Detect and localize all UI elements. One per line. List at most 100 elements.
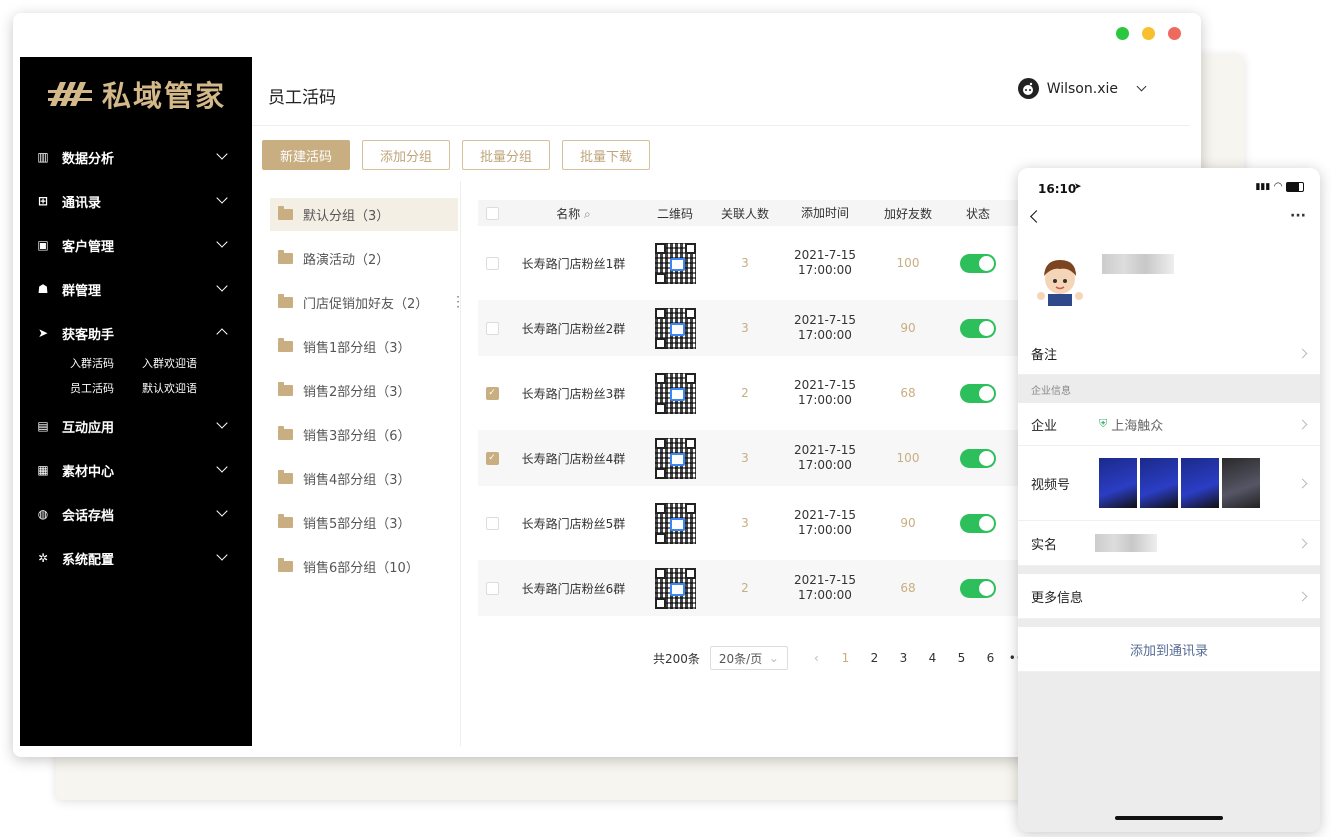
- qr-code-icon[interactable]: [654, 567, 696, 609]
- company-row[interactable]: 企业 ⛨ 上海触众: [1018, 403, 1320, 446]
- signal-icon: ▮▮▮: [1255, 181, 1271, 192]
- more-info-row[interactable]: 更多信息: [1018, 574, 1320, 619]
- group-item[interactable]: 默认分组（3）: [270, 198, 458, 231]
- row-checkbox[interactable]: [485, 516, 499, 530]
- page-number[interactable]: 4: [918, 651, 947, 665]
- video-thumbnail[interactable]: [1181, 458, 1219, 508]
- page-number[interactable]: 1: [831, 651, 860, 665]
- row-checkbox[interactable]: [485, 321, 499, 335]
- sidebar-item-1[interactable]: ⊞ 通讯录: [20, 179, 252, 223]
- row-added-time: 2021-7-15 17:00:00: [793, 573, 857, 602]
- toolbar: 新建活码 添加分组 批量分组 批量下载: [262, 140, 651, 170]
- page-number[interactable]: 3: [889, 651, 918, 665]
- qr-code-icon[interactable]: [654, 502, 696, 544]
- sidebar-subitem[interactable]: 入群活码: [70, 355, 142, 371]
- row-checkbox[interactable]: [485, 256, 499, 270]
- sidebar-subnav: 入群活码 入群欢迎语 员工活码 默认欢迎语: [20, 355, 252, 396]
- select-all-checkbox[interactable]: [485, 206, 499, 220]
- sidebar-item-0[interactable]: ▥ 数据分析: [20, 135, 252, 179]
- status-toggle[interactable]: [960, 448, 996, 468]
- row-added-time: 2021-7-15 17:00:00: [793, 313, 857, 342]
- folder-icon: [278, 514, 293, 528]
- prev-page-icon[interactable]: ‹: [802, 651, 831, 665]
- user-menu[interactable]: Wilson.xie: [1017, 78, 1147, 99]
- sidebar-subitem[interactable]: 默认欢迎语: [142, 380, 232, 396]
- col-status: 状态: [965, 206, 990, 221]
- status-toggle[interactable]: [960, 578, 996, 598]
- group-item[interactable]: 销售4部分组（3）: [270, 462, 458, 495]
- group-item[interactable]: 门店促销加好友（2） · · ·: [270, 286, 460, 319]
- minimize-dot[interactable]: [1142, 27, 1155, 40]
- group-item[interactable]: 路演活动（2）: [270, 242, 458, 275]
- group-item[interactable]: 销售2部分组（3）: [270, 374, 458, 407]
- sidebar-item-5[interactable]: ▤ 互动应用: [20, 404, 252, 448]
- qr-code-icon[interactable]: [654, 437, 696, 479]
- section-label: 企业信息: [1031, 385, 1071, 397]
- row-checkbox[interactable]: ✓: [485, 386, 499, 400]
- video-channel-row[interactable]: 视频号: [1018, 446, 1320, 521]
- page-number[interactable]: 6: [976, 651, 1005, 665]
- phone-status-icons: ▮▮▮ ◠: [1255, 181, 1304, 192]
- wifi-icon: ◠: [1274, 181, 1282, 192]
- batch-group-button[interactable]: 批量分组: [462, 140, 551, 170]
- group-item[interactable]: 销售5部分组（3）: [270, 506, 458, 539]
- folder-icon: [278, 294, 293, 308]
- more-menu-icon[interactable]: ···: [1290, 208, 1306, 224]
- qr-code-icon[interactable]: [654, 242, 696, 284]
- col-added-time: 添加时间: [800, 205, 849, 220]
- row-checkbox[interactable]: [485, 581, 499, 595]
- realname-row[interactable]: 实名: [1018, 521, 1320, 566]
- remark-row[interactable]: 备注: [1018, 332, 1320, 375]
- row-friends: 100: [896, 451, 920, 465]
- sidebar-item-4[interactable]: ➤ 获客助手: [20, 311, 252, 355]
- add-contact-button[interactable]: 添加到通讯录: [1018, 627, 1320, 672]
- sidebar-item-7[interactable]: ◍ 会话存档: [20, 492, 252, 536]
- status-toggle[interactable]: [960, 383, 996, 403]
- group-users-icon: ☗: [37, 282, 49, 296]
- search-icon[interactable]: ⌕: [584, 207, 591, 221]
- col-name[interactable]: 名称 ⌕: [506, 205, 641, 222]
- sidebar-item-label: 互动应用: [62, 420, 115, 436]
- page-size-select[interactable]: 20条/页 ⌄: [709, 646, 788, 670]
- group-item[interactable]: 销售6部分组（10）: [270, 550, 458, 583]
- row-checkbox[interactable]: ✓: [485, 451, 499, 465]
- sidebar-item-6[interactable]: ▦ 素材中心: [20, 448, 252, 492]
- new-code-button[interactable]: 新建活码: [262, 140, 351, 170]
- sidebar-item-2[interactable]: ▣ 客户管理: [20, 223, 252, 267]
- group-item[interactable]: 销售1部分组（3）: [270, 330, 458, 363]
- company-value: 上海触众: [1111, 418, 1164, 434]
- sidebar-subitem[interactable]: 入群欢迎语: [142, 355, 232, 371]
- profile-avatar: [1037, 260, 1083, 306]
- close-dot[interactable]: [1168, 27, 1181, 40]
- row-linked: 2: [741, 386, 749, 400]
- status-toggle[interactable]: [960, 513, 996, 533]
- page-number[interactable]: 2: [860, 651, 889, 665]
- add-group-button[interactable]: 添加分组: [362, 140, 451, 170]
- qr-code-icon[interactable]: [654, 372, 696, 414]
- chat-bubbles-icon: ◍: [37, 507, 49, 521]
- sidebar-subitem[interactable]: 员工活码: [70, 380, 142, 396]
- sidebar-item-3[interactable]: ☗ 群管理: [20, 267, 252, 311]
- chevron-down-icon: ⌄: [768, 651, 779, 665]
- maximize-dot[interactable]: [1116, 27, 1129, 40]
- status-toggle[interactable]: [960, 253, 996, 273]
- logo-mark-icon: [48, 82, 92, 106]
- qr-code-icon[interactable]: [654, 307, 696, 349]
- sidebar-item-8[interactable]: ✲ 系统配置: [20, 536, 252, 580]
- window-controls: [1116, 27, 1181, 40]
- row-added-time: 2021-7-15 17:00:00: [793, 508, 857, 537]
- video-thumbnail[interactable]: [1140, 458, 1178, 508]
- row-name: 长寿路门店粉丝2群: [521, 321, 626, 336]
- book-icon: ▦: [37, 463, 49, 477]
- status-toggle[interactable]: [960, 318, 996, 338]
- video-thumbnail[interactable]: [1222, 458, 1260, 508]
- page-number[interactable]: 5: [947, 651, 976, 665]
- group-item[interactable]: 销售3部分组（6）: [270, 418, 458, 451]
- back-icon[interactable]: [1030, 210, 1043, 223]
- table-row: 长寿路门店粉丝5群 3 2021-7-15 17:00:00 90: [478, 495, 1028, 551]
- chevron-right-icon: [1297, 538, 1308, 548]
- kebab-menu-icon[interactable]: · · ·: [456, 291, 460, 313]
- battery-icon: [1286, 181, 1304, 192]
- video-thumbnail[interactable]: [1099, 458, 1137, 508]
- batch-download-button[interactable]: 批量下载: [562, 140, 651, 170]
